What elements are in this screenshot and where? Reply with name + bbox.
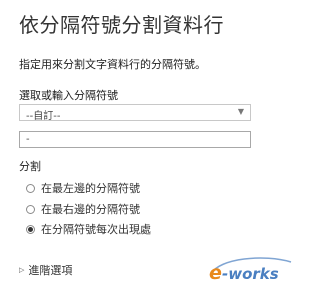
- radio-rightmost-label: 在最右邊的分隔符號: [41, 203, 140, 216]
- advanced-options-label: 進階選項: [28, 264, 73, 277]
- svg-text:-works: -works: [222, 265, 279, 283]
- radio-leftmost-label: 在最左邊的分隔符號: [41, 182, 140, 195]
- delimiter-select-value: --自訂--: [26, 111, 61, 122]
- delimiter-select[interactable]: --自訂-- ▼: [19, 104, 251, 122]
- radio-rightmost[interactable]: 在最右邊的分隔符號: [26, 201, 140, 217]
- dialog-title: 依分隔符號分割資料行: [19, 13, 224, 37]
- custom-delimiter-input[interactable]: -: [19, 131, 251, 148]
- triangle-right-icon: ▷: [19, 266, 25, 274]
- delimiter-label: 選取或輸入分隔符號: [19, 89, 118, 102]
- radio-each-occurrence[interactable]: 在分隔符號每次出現處: [26, 221, 151, 237]
- e-works-watermark-logo: e -works: [209, 257, 292, 284]
- radio-leftmost[interactable]: 在最左邊的分隔符號: [26, 180, 140, 196]
- radio-button-checked[interactable]: [26, 224, 35, 234]
- radio-button[interactable]: [26, 204, 35, 214]
- advanced-options-toggle[interactable]: ▷ 進階選項: [19, 262, 72, 278]
- radio-each-occurrence-label: 在分隔符號每次出現處: [41, 223, 151, 236]
- radio-button[interactable]: [26, 183, 35, 193]
- split-label: 分割: [19, 160, 41, 173]
- chevron-down-icon: ▼: [237, 107, 244, 116]
- svg-text:e: e: [209, 262, 222, 284]
- dialog-description: 指定用來分割文字資料行的分隔符號。: [19, 58, 206, 71]
